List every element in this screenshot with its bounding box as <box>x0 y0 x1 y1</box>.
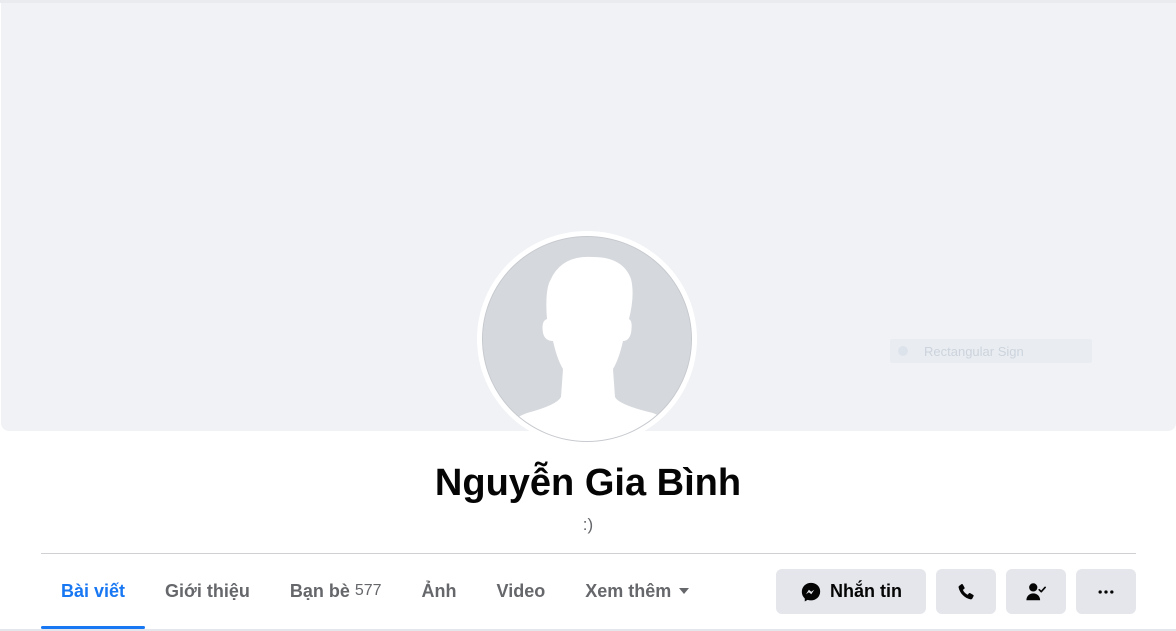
tab-friends[interactable]: Bạn bè 577 <box>270 565 402 617</box>
messenger-icon <box>801 582 821 601</box>
more-options-button[interactable] <box>1076 569 1136 614</box>
tab-about[interactable]: Giới thiệu <box>145 565 270 617</box>
tab-label: Bài viết <box>61 580 126 601</box>
profile-avatar[interactable] <box>477 231 697 447</box>
ellipsis-icon <box>1098 589 1114 594</box>
profile-bio: :) <box>582 515 594 534</box>
call-button[interactable] <box>936 569 996 614</box>
friend-check-icon <box>1026 582 1046 600</box>
phone-icon <box>958 583 974 599</box>
profile-page: Rectangular Sign Nguyễn Gia Bình :) Bài … <box>0 0 1176 631</box>
tab-posts[interactable]: Bài viết <box>41 565 146 629</box>
friends-count: 577 <box>354 582 382 599</box>
profile-tabs: Bài viết Giới thiệu Bạn bè 577 Ảnh Video… <box>41 565 709 629</box>
profile-name: Nguyễn Gia Bình <box>434 462 742 504</box>
default-avatar-silhouette <box>482 236 692 442</box>
tab-photos[interactable]: Ảnh <box>402 565 477 617</box>
message-button[interactable]: Nhắn tin <box>776 569 926 614</box>
caret-down-icon <box>679 588 690 594</box>
tab-see-more[interactable]: Xem thêm <box>565 565 709 617</box>
image-icon <box>898 346 908 356</box>
friends-status-button[interactable] <box>1006 569 1066 614</box>
cover-alt-text: Rectangular Sign <box>924 343 1024 359</box>
cover-alt-label: Rectangular Sign <box>890 339 1092 363</box>
tab-label: Bạn bè <box>289 580 350 601</box>
message-button-label: Nhắn tin <box>830 581 902 601</box>
tab-label: Video <box>496 580 546 601</box>
tab-videos[interactable]: Video <box>477 565 566 617</box>
tab-label: Giới thiệu <box>165 580 250 601</box>
tab-label: Xem thêm <box>585 580 672 601</box>
tab-label: Ảnh <box>421 580 457 601</box>
person-silhouette-icon <box>483 237 691 441</box>
header-divider <box>41 553 1136 554</box>
